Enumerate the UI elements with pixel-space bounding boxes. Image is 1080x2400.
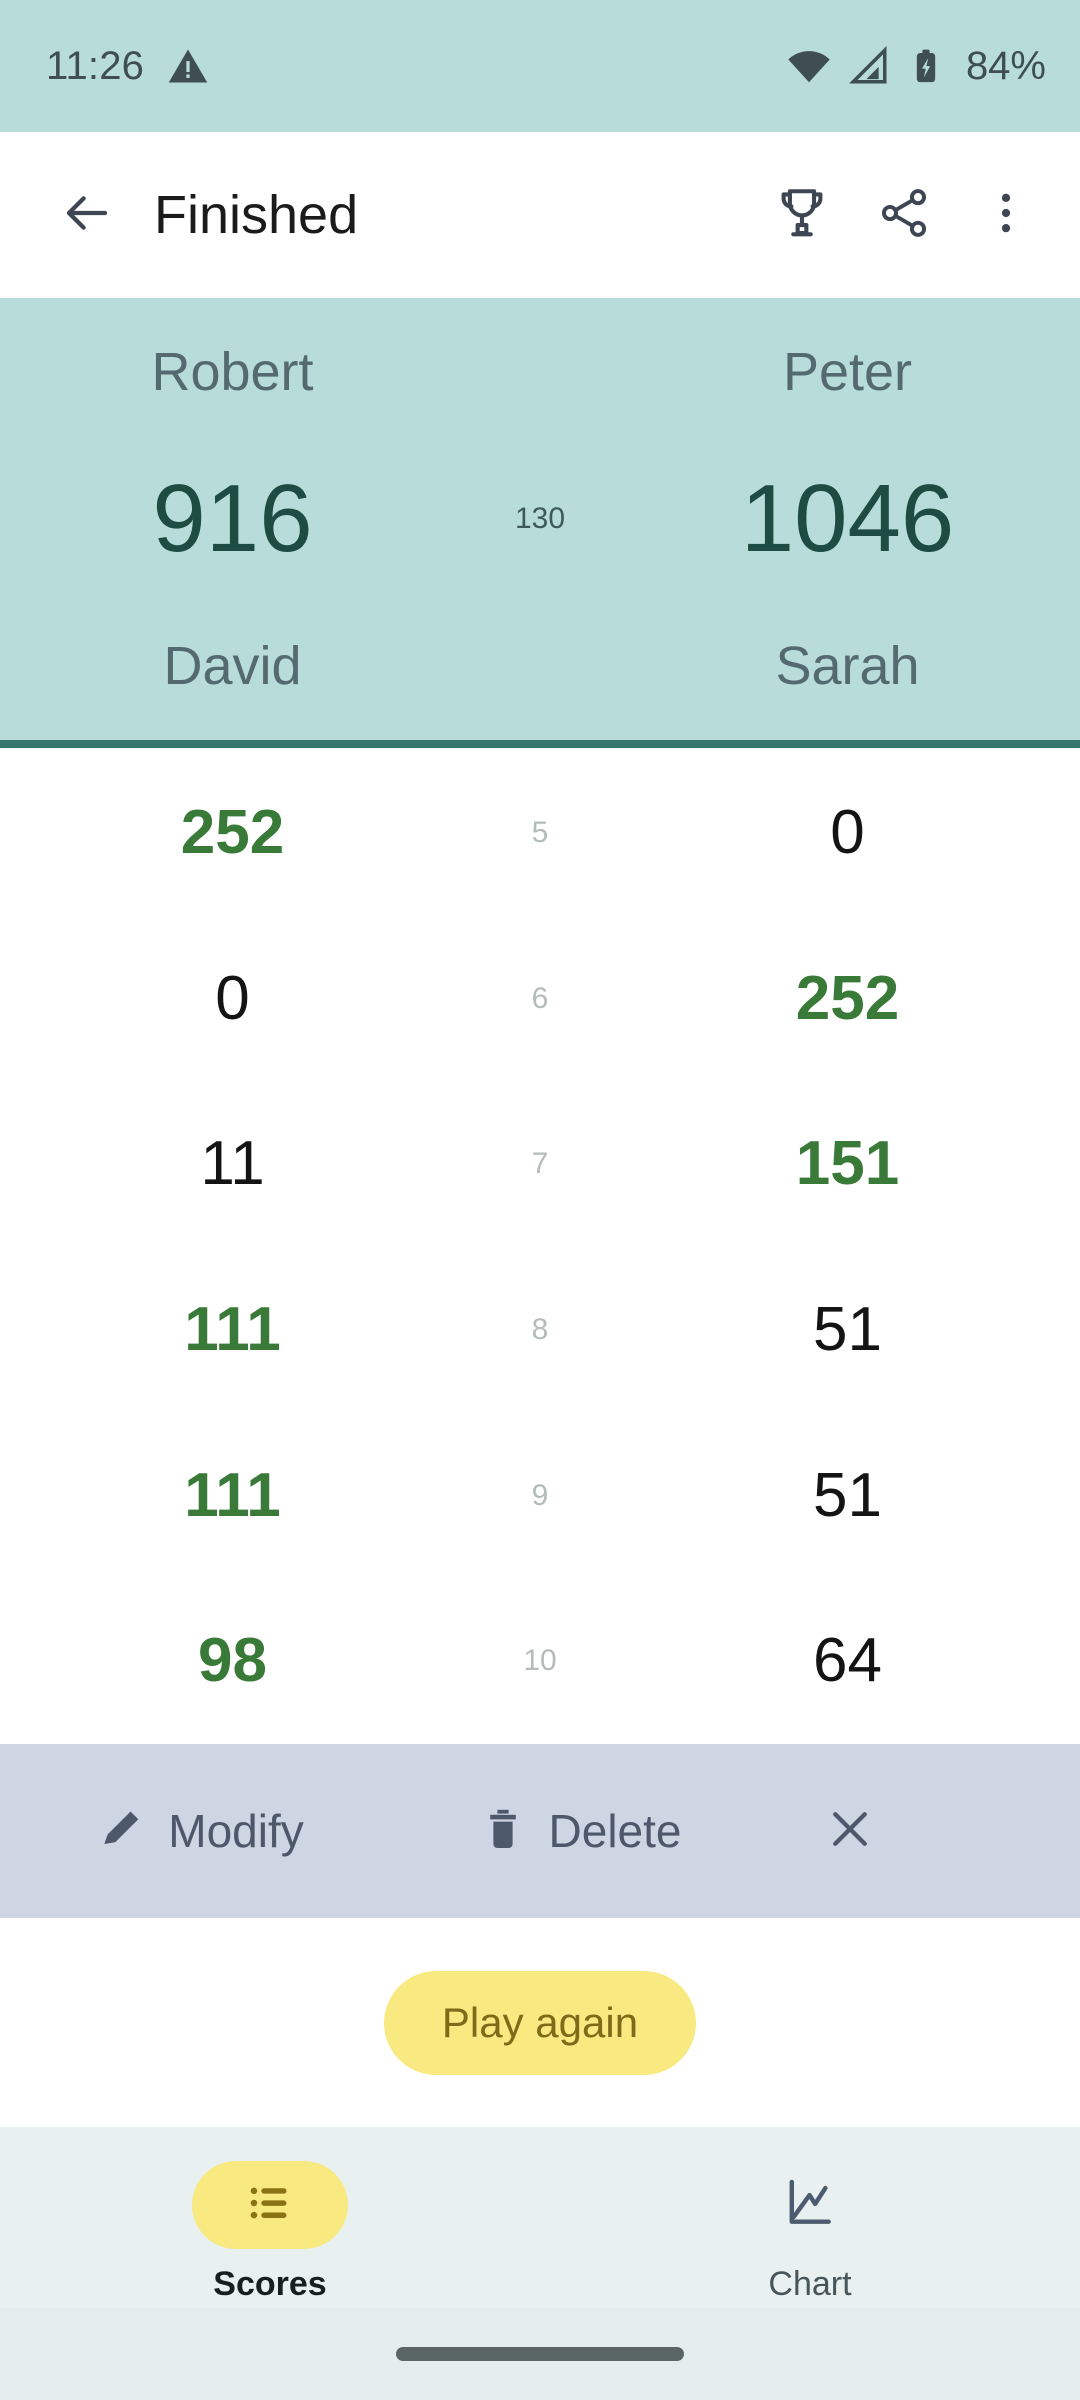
play-again-button[interactable]: Play again — [383, 1970, 697, 2075]
score-cell-right: 51 — [813, 1460, 882, 1530]
play-again-zone: Play again — [0, 1918, 1080, 2127]
status-bar-right: 84% — [786, 43, 1046, 89]
trophy-icon — [773, 184, 831, 247]
round-number: 9 — [531, 1478, 549, 1512]
battery-charging-icon — [906, 46, 946, 86]
score-difference: 130 — [514, 501, 566, 535]
more-vertical-icon — [980, 187, 1032, 244]
score-cell-left: 98 — [198, 1626, 267, 1696]
score-cell-right: 64 — [813, 1626, 882, 1696]
score-cell-right: 151 — [795, 1129, 900, 1199]
page-title: Finished — [154, 185, 359, 245]
team-right-player-bottom: Sarah — [775, 636, 920, 697]
team-left-player-bottom: David — [163, 636, 302, 697]
modify-button[interactable]: Modify — [0, 1804, 400, 1859]
team-left-player-top: Robert — [151, 341, 314, 402]
score-cell-left: 11 — [200, 1129, 265, 1199]
close-selection-button[interactable] — [760, 1803, 940, 1860]
gesture-navigation-area — [0, 2308, 1080, 2400]
nav-scores-pill — [192, 2161, 348, 2249]
score-summary-header: Robert Peter 916 130 1046 David Sarah — [0, 298, 1080, 748]
nav-chart-label: Chart — [768, 2265, 852, 2303]
score-cell-left: 252 — [180, 797, 285, 867]
chart-icon — [782, 2175, 838, 2236]
round-number: 6 — [531, 981, 549, 1015]
modify-label: Modify — [168, 1805, 304, 1857]
back-arrow-icon — [60, 186, 114, 245]
score-row[interactable]: 111 9 51 — [0, 1413, 1080, 1579]
round-number: 10 — [523, 1644, 557, 1678]
gesture-handle[interactable] — [396, 2347, 684, 2361]
nav-chart-pill — [732, 2161, 888, 2249]
score-row[interactable]: 111 8 51 — [0, 1247, 1080, 1413]
score-cell-right: 252 — [795, 963, 900, 1033]
score-cell-left: 0 — [215, 963, 250, 1033]
list-icon — [244, 2177, 296, 2234]
nav-item-scores[interactable]: Scores — [0, 2161, 540, 2304]
more-options-button[interactable] — [960, 169, 1052, 261]
round-number: 5 — [531, 815, 549, 849]
score-row[interactable]: 11 7 151 — [0, 1081, 1080, 1247]
score-row[interactable]: 252 5 0 — [0, 750, 1080, 916]
team-left-total: 916 — [152, 464, 313, 572]
delete-label: Delete — [548, 1805, 682, 1857]
app-bar: Finished — [0, 132, 1080, 298]
score-rows-list[interactable]: 252 5 0 0 6 252 11 7 151 111 8 51 111 9 51 98 10 64 — [0, 748, 1080, 1744]
score-row[interactable]: 0 6 252 — [0, 916, 1080, 1082]
back-button[interactable] — [48, 176, 126, 254]
status-bar-left: 11:26 — [46, 44, 210, 89]
team-right-total: 1046 — [740, 464, 955, 572]
wifi-icon — [786, 43, 832, 89]
share-button[interactable] — [858, 169, 950, 261]
score-cell-right: 51 — [813, 1294, 882, 1364]
app-screen: 11:26 84% Finished Robert Peter 916 130 … — [0, 0, 1080, 2400]
score-cell-left: 111 — [184, 1460, 281, 1530]
score-row[interactable]: 98 10 64 — [0, 1578, 1080, 1744]
close-icon — [824, 1803, 876, 1860]
nav-item-chart[interactable]: Chart — [540, 2161, 1080, 2304]
score-cell-left: 111 — [184, 1294, 281, 1364]
cell-signal-icon — [848, 45, 890, 87]
round-number: 7 — [531, 1147, 549, 1181]
score-cell-right: 0 — [830, 797, 865, 867]
status-bar: 11:26 84% — [0, 0, 1080, 132]
status-time: 11:26 — [46, 43, 145, 88]
share-icon — [876, 185, 932, 246]
battery-percentage: 84% — [965, 43, 1046, 88]
app-bar-actions — [756, 169, 1052, 261]
pencil-icon — [96, 1804, 146, 1859]
trophy-button[interactable] — [756, 169, 848, 261]
warning-triangle-icon — [166, 44, 210, 88]
trash-icon — [479, 1805, 527, 1858]
nav-scores-label: Scores — [213, 2265, 327, 2303]
selection-action-bar: Modify Delete — [0, 1744, 1080, 1918]
team-right-player-top: Peter — [782, 341, 913, 402]
delete-button[interactable]: Delete — [400, 1804, 760, 1858]
round-number: 8 — [531, 1312, 549, 1346]
